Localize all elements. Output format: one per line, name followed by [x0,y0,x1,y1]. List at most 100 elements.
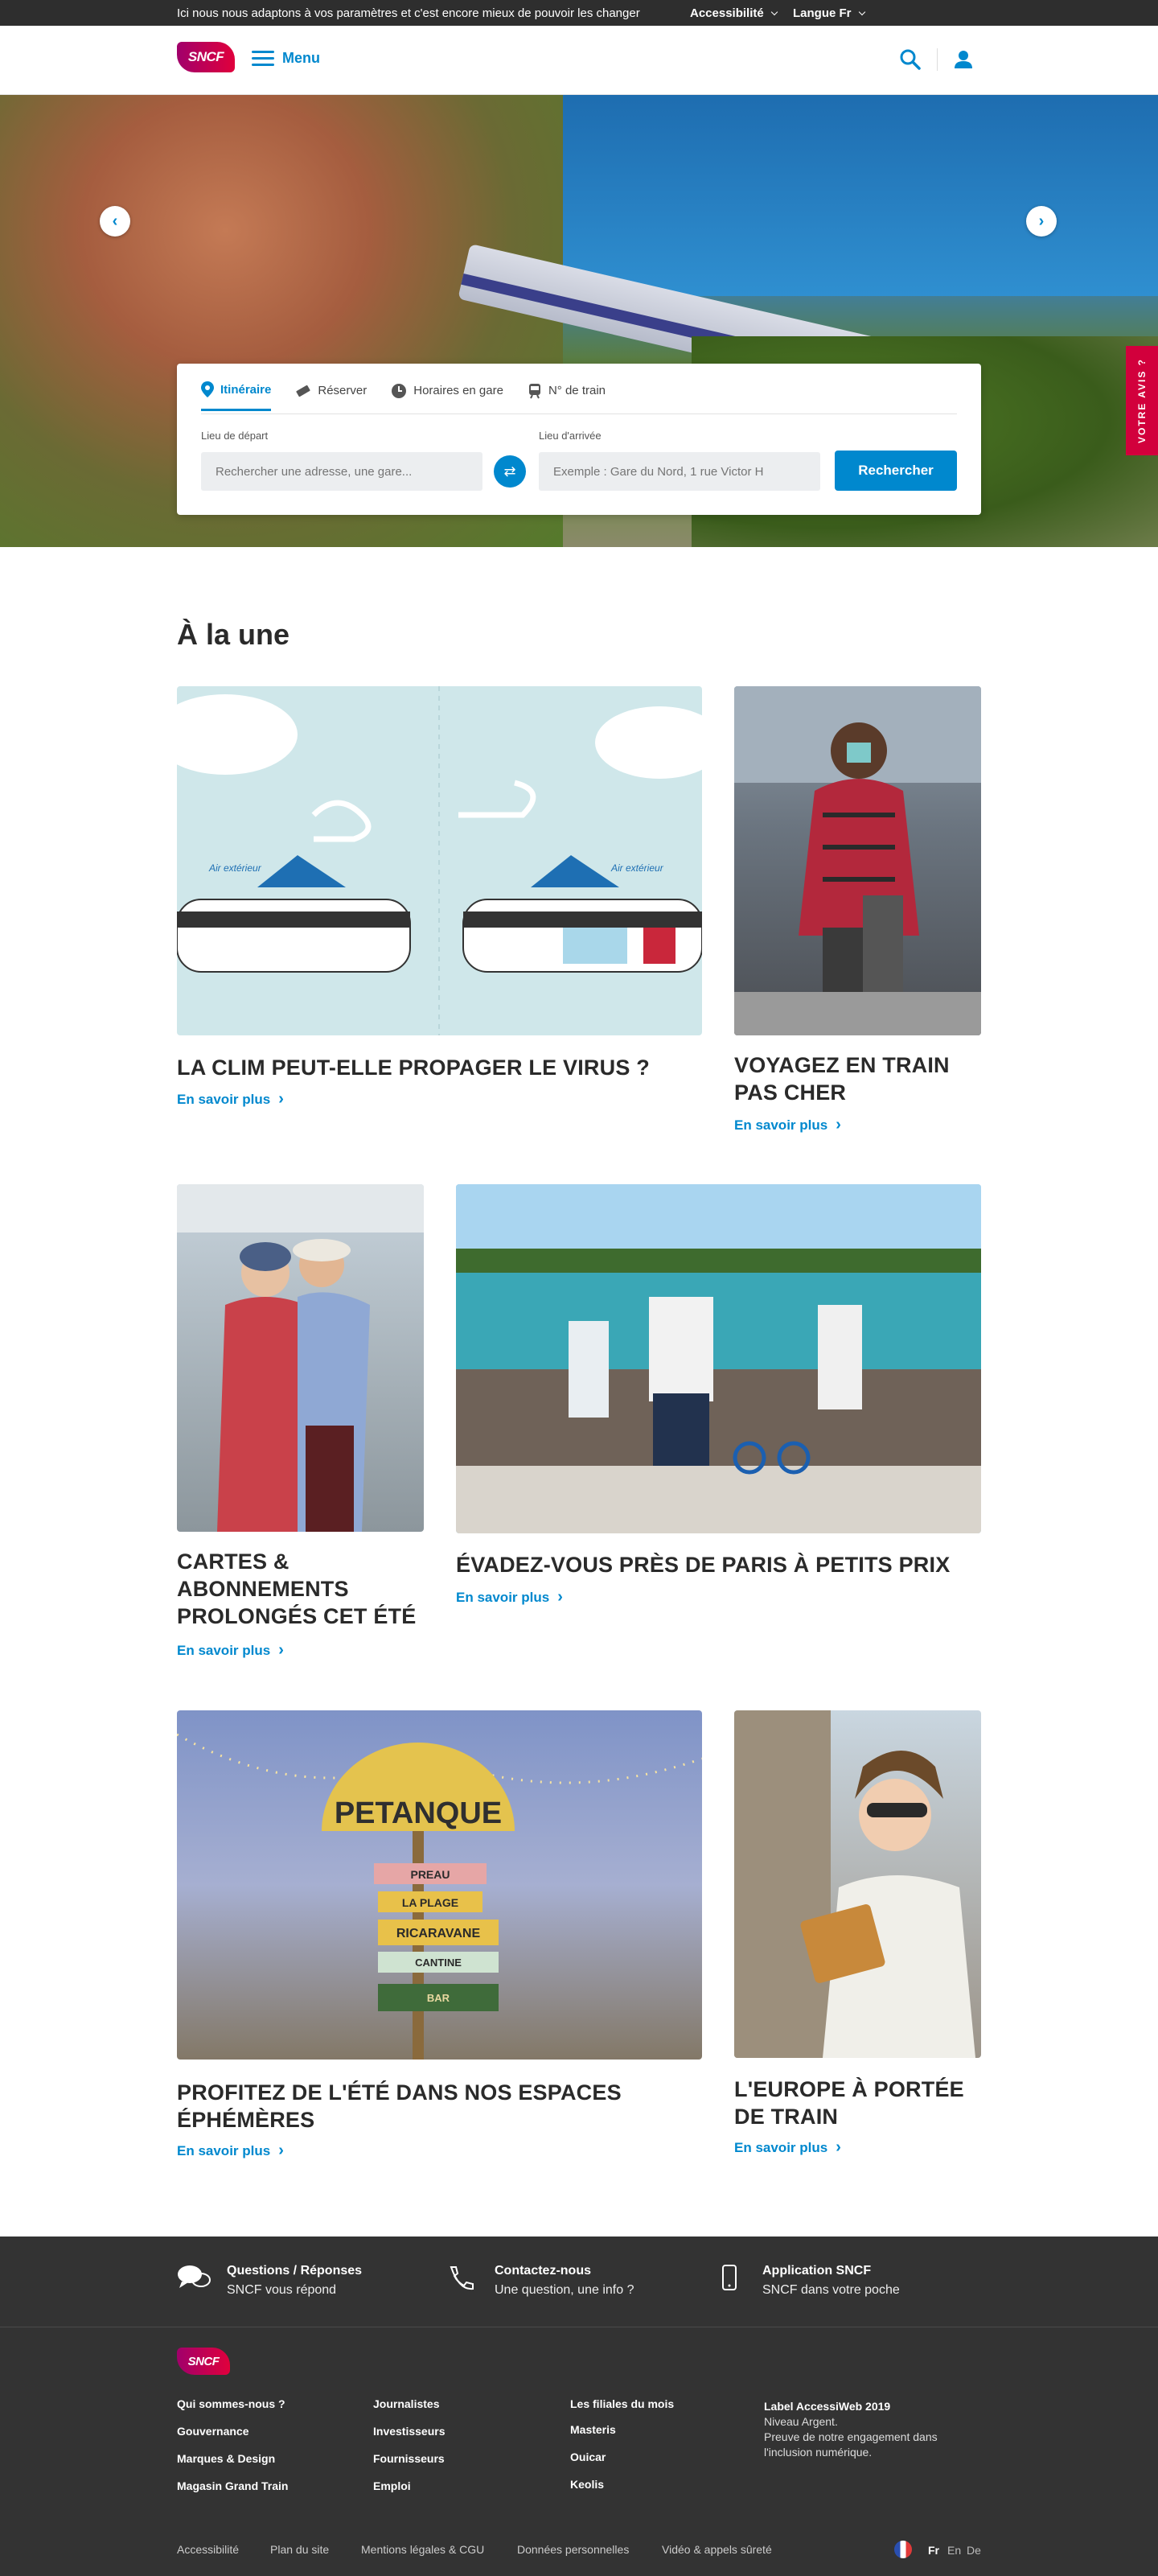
illustration-label-left: Air extérieur [208,862,262,874]
chevron-left-icon: ‹ [112,212,118,230]
menu-label: Menu [282,50,320,66]
user-icon[interactable] [951,47,976,72]
footer-contact-title: Contactez-nous [495,2264,591,2278]
search-icon[interactable] [897,47,923,72]
language-en[interactable]: En [947,2544,961,2557]
sncf-logo[interactable]: SNCF [177,42,235,72]
card-more-link[interactable]: En savoir plus [177,1641,284,1660]
card-image-europe[interactable] [734,1710,981,2058]
air-conditioning-illustration: Air extérieur Air extérieur [177,686,702,1035]
phone-icon [450,2266,474,2290]
footer-link[interactable]: Fournisseurs [373,2452,445,2465]
footer-link[interactable]: Investisseurs [373,2425,446,2438]
chevron-down-icon [770,8,778,16]
accessibility-label: Accessibilité [690,6,764,20]
feedback-tab[interactable]: VOTRE AVIS ? [1126,346,1158,455]
arrival-input[interactable] [539,452,820,491]
label-line: Niveau Argent. [764,2415,838,2428]
card-title[interactable]: VOYAGEZ EN TRAIN PAS CHER [734,1051,981,1106]
french-flag-icon [894,2541,912,2558]
chevron-down-icon [858,8,865,16]
card-more-link[interactable]: En savoir plus [177,2142,284,2160]
footer-link[interactable]: Keolis [570,2478,604,2491]
footer-faq-title: Questions / Réponses [227,2264,363,2278]
footer-faq-subtitle: SNCF vous répond [227,2283,337,2297]
footer-link[interactable]: Masteris [570,2423,616,2436]
footer-link[interactable]: Gouvernance [177,2425,248,2438]
footer-link[interactable]: Journalistes [373,2397,439,2410]
tab-label: Horaires en gare [413,384,503,397]
label-line: l'inclusion numérique. [764,2446,873,2459]
accessibility-dropdown[interactable]: Accessibilité [690,6,778,20]
search-submit-button[interactable]: Rechercher [835,451,957,491]
card-more-link[interactable]: En savoir plus [734,2138,841,2157]
clock-icon [392,383,407,398]
language-de[interactable]: De [967,2544,981,2557]
footer-app-title: Application SNCF [762,2264,872,2278]
sign-cantine: CANTINE [415,1957,462,1969]
sign-preau: PREAU [410,1868,450,1881]
label-line: Preuve de notre engagement dans [764,2430,938,2443]
footer-contact-link[interactable]: Contactez-nous Une question, une info ? [445,2264,634,2298]
language-dropdown[interactable]: Langue Fr [793,6,865,20]
menu-button[interactable]: Menu [252,50,320,67]
petanque-sign-text: PETANQUE [335,1796,502,1830]
language-label: Langue Fr [793,6,852,20]
card-image-ete[interactable]: PETANQUE PREAU LA PLAGE RICARAVANE CANTI… [177,1710,702,2060]
lake-photo [456,1184,981,1533]
sign-ricaravane: RICARAVANE [396,1927,481,1940]
tab-horaires[interactable]: Horaires en gare [391,381,503,411]
tab-itineraire[interactable]: Itinéraire [201,381,272,411]
search-tabs: Itinéraire Réserver Horaires en gare N° … [201,381,606,411]
language-fr[interactable]: Fr [928,2544,939,2557]
header-divider [937,48,938,71]
footer-link[interactable]: Ouicar [570,2450,606,2463]
card-more-link[interactable]: En savoir plus [734,1116,841,1134]
tab-numero-train[interactable]: N° de train [528,381,606,411]
label-title: Label AccessiWeb 2019 [764,2400,891,2413]
footer-bottom-link[interactable]: Accessibilité [177,2543,239,2556]
mobile-icon [722,2265,737,2290]
train-icon [528,383,540,398]
card-more-link[interactable]: En savoir plus [177,1090,284,1109]
traveler-photo [734,686,981,1035]
footer-bottom-link[interactable]: Plan du site [270,2543,329,2556]
footer-bottom-link[interactable]: Vidéo & appels sûreté [662,2543,772,2556]
card-title[interactable]: PROFITEZ DE L'ÉTÉ DANS NOS ESPACES ÉPHÉM… [177,2079,702,2134]
footer-link[interactable]: Emploi [373,2479,411,2492]
journey-search-card: Itinéraire Réserver Horaires en gare N° … [177,364,981,515]
footer-link[interactable]: Marques & Design [177,2452,275,2465]
carousel-prev-button[interactable]: ‹ [100,206,130,237]
chat-icon [178,2265,211,2288]
departure-input[interactable] [201,452,482,491]
card-image-paris[interactable] [456,1184,981,1533]
card-image-clim[interactable]: Air extérieur Air extérieur [177,686,702,1035]
accessiweb-label: Label AccessiWeb 2019 Niveau Argent. Pre… [764,2399,973,2460]
card-image-cartes[interactable] [177,1184,424,1532]
departure-label: Lieu de départ [201,430,269,442]
top-info-bar: Ici nous nous adaptons à vos paramètres … [0,0,1158,26]
footer-link[interactable]: Qui sommes-nous ? [177,2397,285,2410]
carousel-next-button[interactable]: › [1026,206,1057,237]
tab-reserver[interactable]: Réserver [295,381,367,411]
swap-button[interactable]: ⇄ [494,455,526,488]
card-more-link[interactable]: En savoir plus [456,1588,563,1607]
card-title[interactable]: ÉVADEZ-VOUS PRÈS DE PARIS À PETITS PRIX [456,1551,981,1578]
card-image-train-pas-cher[interactable] [734,686,981,1035]
petanque-photo: PETANQUE PREAU LA PLAGE RICARAVANE CANTI… [177,1733,702,2060]
tab-label: Itinéraire [220,382,272,397]
card-title[interactable]: CARTES & ABONNEMENTS PROLONGÉS CET ÉTÉ [177,1548,424,1630]
footer-faq-link[interactable]: Questions / Réponses SNCF vous répond [177,2264,362,2298]
footer-bottom-link[interactable]: Mentions légales & CGU [361,2543,484,2556]
adaptation-message: Ici nous nous adaptons à vos paramètres … [177,6,640,20]
couple-photo [177,1184,424,1532]
footer-link[interactable]: Magasin Grand Train [177,2479,288,2492]
card-title[interactable]: L'EUROPE À PORTÉE DE TRAIN [734,2076,981,2130]
swap-arrows-icon: ⇄ [503,463,516,479]
waffle-photo [734,1710,975,2058]
footer-sncf-logo[interactable]: SNCF [177,2348,230,2375]
footer-app-link[interactable]: Application SNCF SNCF dans votre poche [712,2264,900,2298]
footer-bottom-link[interactable]: Données personnelles [517,2543,629,2556]
card-title[interactable]: LA CLIM PEUT-ELLE PROPAGER LE VIRUS ? [177,1054,702,1081]
footer-subsidiaries-title: Les filiales du mois [570,2397,675,2410]
